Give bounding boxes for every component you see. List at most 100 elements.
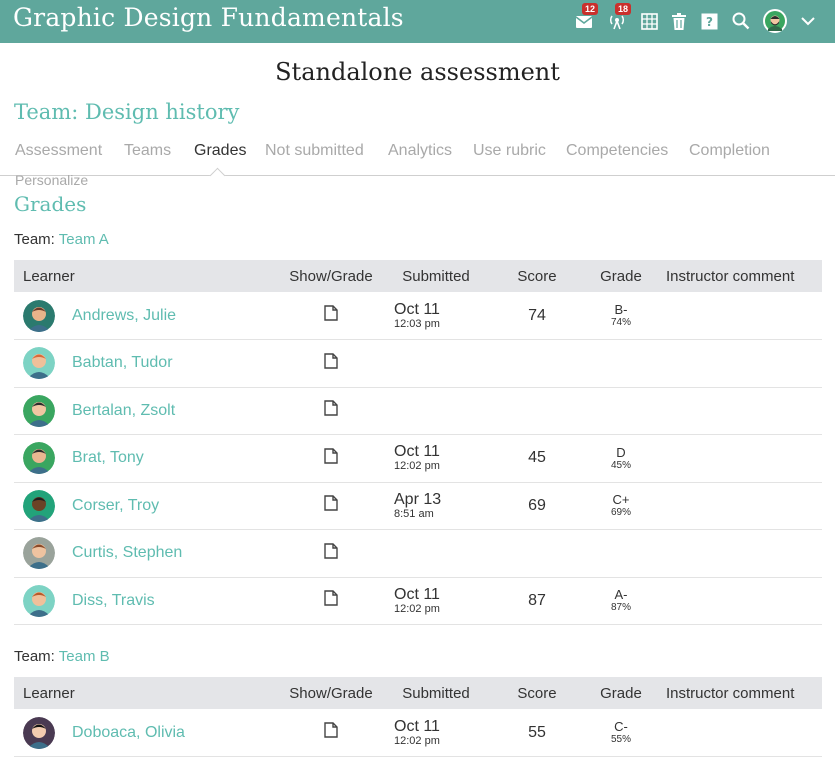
learner-name-link[interactable]: Corser, Troy xyxy=(72,497,159,515)
tab-competencies[interactable]: Competencies xyxy=(566,142,668,160)
instructor-comment-cell[interactable] xyxy=(654,709,822,757)
grade-letter: A- xyxy=(614,587,628,603)
col-learner[interactable]: Learner xyxy=(14,677,276,709)
help-icon[interactable]: ? xyxy=(698,10,720,32)
chevron-down-icon[interactable] xyxy=(797,10,819,32)
document-icon[interactable] xyxy=(324,722,338,742)
grades-table: Learner Show/Grade Submitted Score Grade… xyxy=(14,677,822,757)
tab-use-rubric[interactable]: Use rubric xyxy=(473,142,546,160)
team-link[interactable]: Team B xyxy=(59,648,110,665)
search-icon[interactable] xyxy=(730,10,752,32)
instructor-comment-cell[interactable] xyxy=(654,482,822,530)
mail-icon[interactable]: 12 xyxy=(573,3,599,32)
avatar[interactable] xyxy=(23,716,55,749)
document-icon[interactable] xyxy=(324,590,338,610)
submitted-cell xyxy=(386,529,486,578)
submitted-cell: Oct 11 12:02 pm xyxy=(386,577,486,625)
broadcast-icon[interactable]: 18 xyxy=(606,3,632,32)
calendar-icon[interactable] xyxy=(638,10,660,32)
table-row: Bertalan, Zsolt xyxy=(14,387,822,435)
grade-cell xyxy=(588,387,654,435)
document-icon[interactable] xyxy=(324,353,338,373)
instructor-comment-cell[interactable] xyxy=(654,387,822,435)
learner-name-link[interactable]: Doboaca, Olivia xyxy=(72,724,185,742)
grade-cell: C+ 69% xyxy=(588,482,654,530)
col-instructor-comment: Instructor comment xyxy=(654,677,822,709)
learner-cell: Bertalan, Zsolt xyxy=(14,387,276,435)
avatar[interactable] xyxy=(23,442,55,475)
submitted-time: 12:02 pm xyxy=(394,602,440,615)
team-prefix: Team: xyxy=(14,648,55,665)
avatar[interactable] xyxy=(23,347,55,380)
show-grade-cell xyxy=(276,482,386,530)
app-title[interactable]: Graphic Design Fundamentals xyxy=(13,3,404,32)
document-icon[interactable] xyxy=(324,305,338,325)
col-show-grade[interactable]: Show/Grade xyxy=(276,260,386,292)
tab-not-submitted[interactable]: Not submitted xyxy=(265,142,364,160)
section-title: Grades xyxy=(14,192,87,216)
document-icon[interactable] xyxy=(324,448,338,468)
col-submitted[interactable]: Submitted xyxy=(386,677,486,709)
submitted-time: 8:51 am xyxy=(394,507,434,520)
table-header-row: Learner Show/Grade Submitted Score Grade… xyxy=(14,260,822,292)
team-link[interactable]: Team A xyxy=(59,231,109,248)
learner-name-link[interactable]: Brat, Tony xyxy=(72,449,144,467)
document-icon[interactable] xyxy=(324,400,338,420)
tab-completion[interactable]: Completion xyxy=(689,142,770,160)
trash-icon[interactable] xyxy=(668,10,690,32)
grade-letter: B- xyxy=(614,302,628,317)
submitted-date: Oct 11 xyxy=(394,300,440,318)
instructor-comment-cell[interactable] xyxy=(654,292,822,340)
svg-text:?: ? xyxy=(706,15,713,29)
tab-analytics[interactable]: Analytics xyxy=(388,142,452,160)
col-grade[interactable]: Grade xyxy=(588,677,654,709)
learner-cell: Corser, Troy xyxy=(14,482,276,530)
submitted-date: Oct 11 xyxy=(394,717,440,735)
col-submitted[interactable]: Submitted xyxy=(386,260,486,292)
submitted-cell: Apr 13 8:51 am xyxy=(386,482,486,530)
document-icon[interactable] xyxy=(324,543,338,563)
learner-cell: Curtis, Stephen xyxy=(14,529,276,578)
instructor-comment-cell[interactable] xyxy=(654,529,822,578)
submitted-date: Oct 11 xyxy=(394,443,440,461)
col-score[interactable]: Score xyxy=(486,260,588,292)
col-score[interactable]: Score xyxy=(486,677,588,709)
learner-name-link[interactable]: Diss, Travis xyxy=(72,592,155,610)
grades-table: Learner Show/Grade Submitted Score Grade… xyxy=(14,260,822,625)
score-value xyxy=(486,529,588,578)
table-row: Curtis, Stephen xyxy=(14,529,822,578)
grade-cell xyxy=(588,529,654,578)
tab-bar: Assessment Teams Grades Not submitted An… xyxy=(0,140,835,176)
top-bar: Graphic Design Fundamentals 12 18 ? xyxy=(0,0,835,43)
tab-grades[interactable]: Grades xyxy=(194,142,246,160)
mail-badge: 12 xyxy=(582,3,599,15)
tab-teams[interactable]: Teams xyxy=(124,142,171,160)
col-show-grade[interactable]: Show/Grade xyxy=(276,677,386,709)
tab-assessment[interactable]: Assessment xyxy=(15,142,102,160)
learner-name-link[interactable]: Curtis, Stephen xyxy=(72,544,182,562)
table-row: Babtan, Tudor xyxy=(14,339,822,388)
team-prefix: Team: xyxy=(14,231,55,248)
avatar[interactable] xyxy=(23,299,55,332)
user-avatar[interactable] xyxy=(763,9,787,33)
learner-name-link[interactable]: Bertalan, Zsolt xyxy=(72,402,175,420)
tab-personalize[interactable]: Personalize xyxy=(15,172,88,188)
col-grade[interactable]: Grade xyxy=(588,260,654,292)
score-value: 74 xyxy=(486,292,588,340)
avatar[interactable] xyxy=(23,584,55,617)
instructor-comment-cell[interactable] xyxy=(654,434,822,483)
avatar[interactable] xyxy=(23,394,55,427)
avatar[interactable] xyxy=(23,489,55,522)
learner-cell: Brat, Tony xyxy=(14,434,276,483)
learner-name-link[interactable]: Andrews, Julie xyxy=(72,307,176,325)
avatar[interactable] xyxy=(23,537,55,570)
learner-name-link[interactable]: Babtan, Tudor xyxy=(72,354,173,372)
score-value xyxy=(486,339,588,388)
grade-cell: D 45% xyxy=(588,434,654,483)
document-icon[interactable] xyxy=(324,495,338,515)
col-learner[interactable]: Learner xyxy=(14,260,276,292)
learner-cell: Andrews, Julie xyxy=(14,292,276,340)
instructor-comment-cell[interactable] xyxy=(654,577,822,625)
instructor-comment-cell[interactable] xyxy=(654,339,822,388)
table-row: Corser, Troy Apr 13 8:51 am 69 C+ 69% xyxy=(14,482,822,530)
